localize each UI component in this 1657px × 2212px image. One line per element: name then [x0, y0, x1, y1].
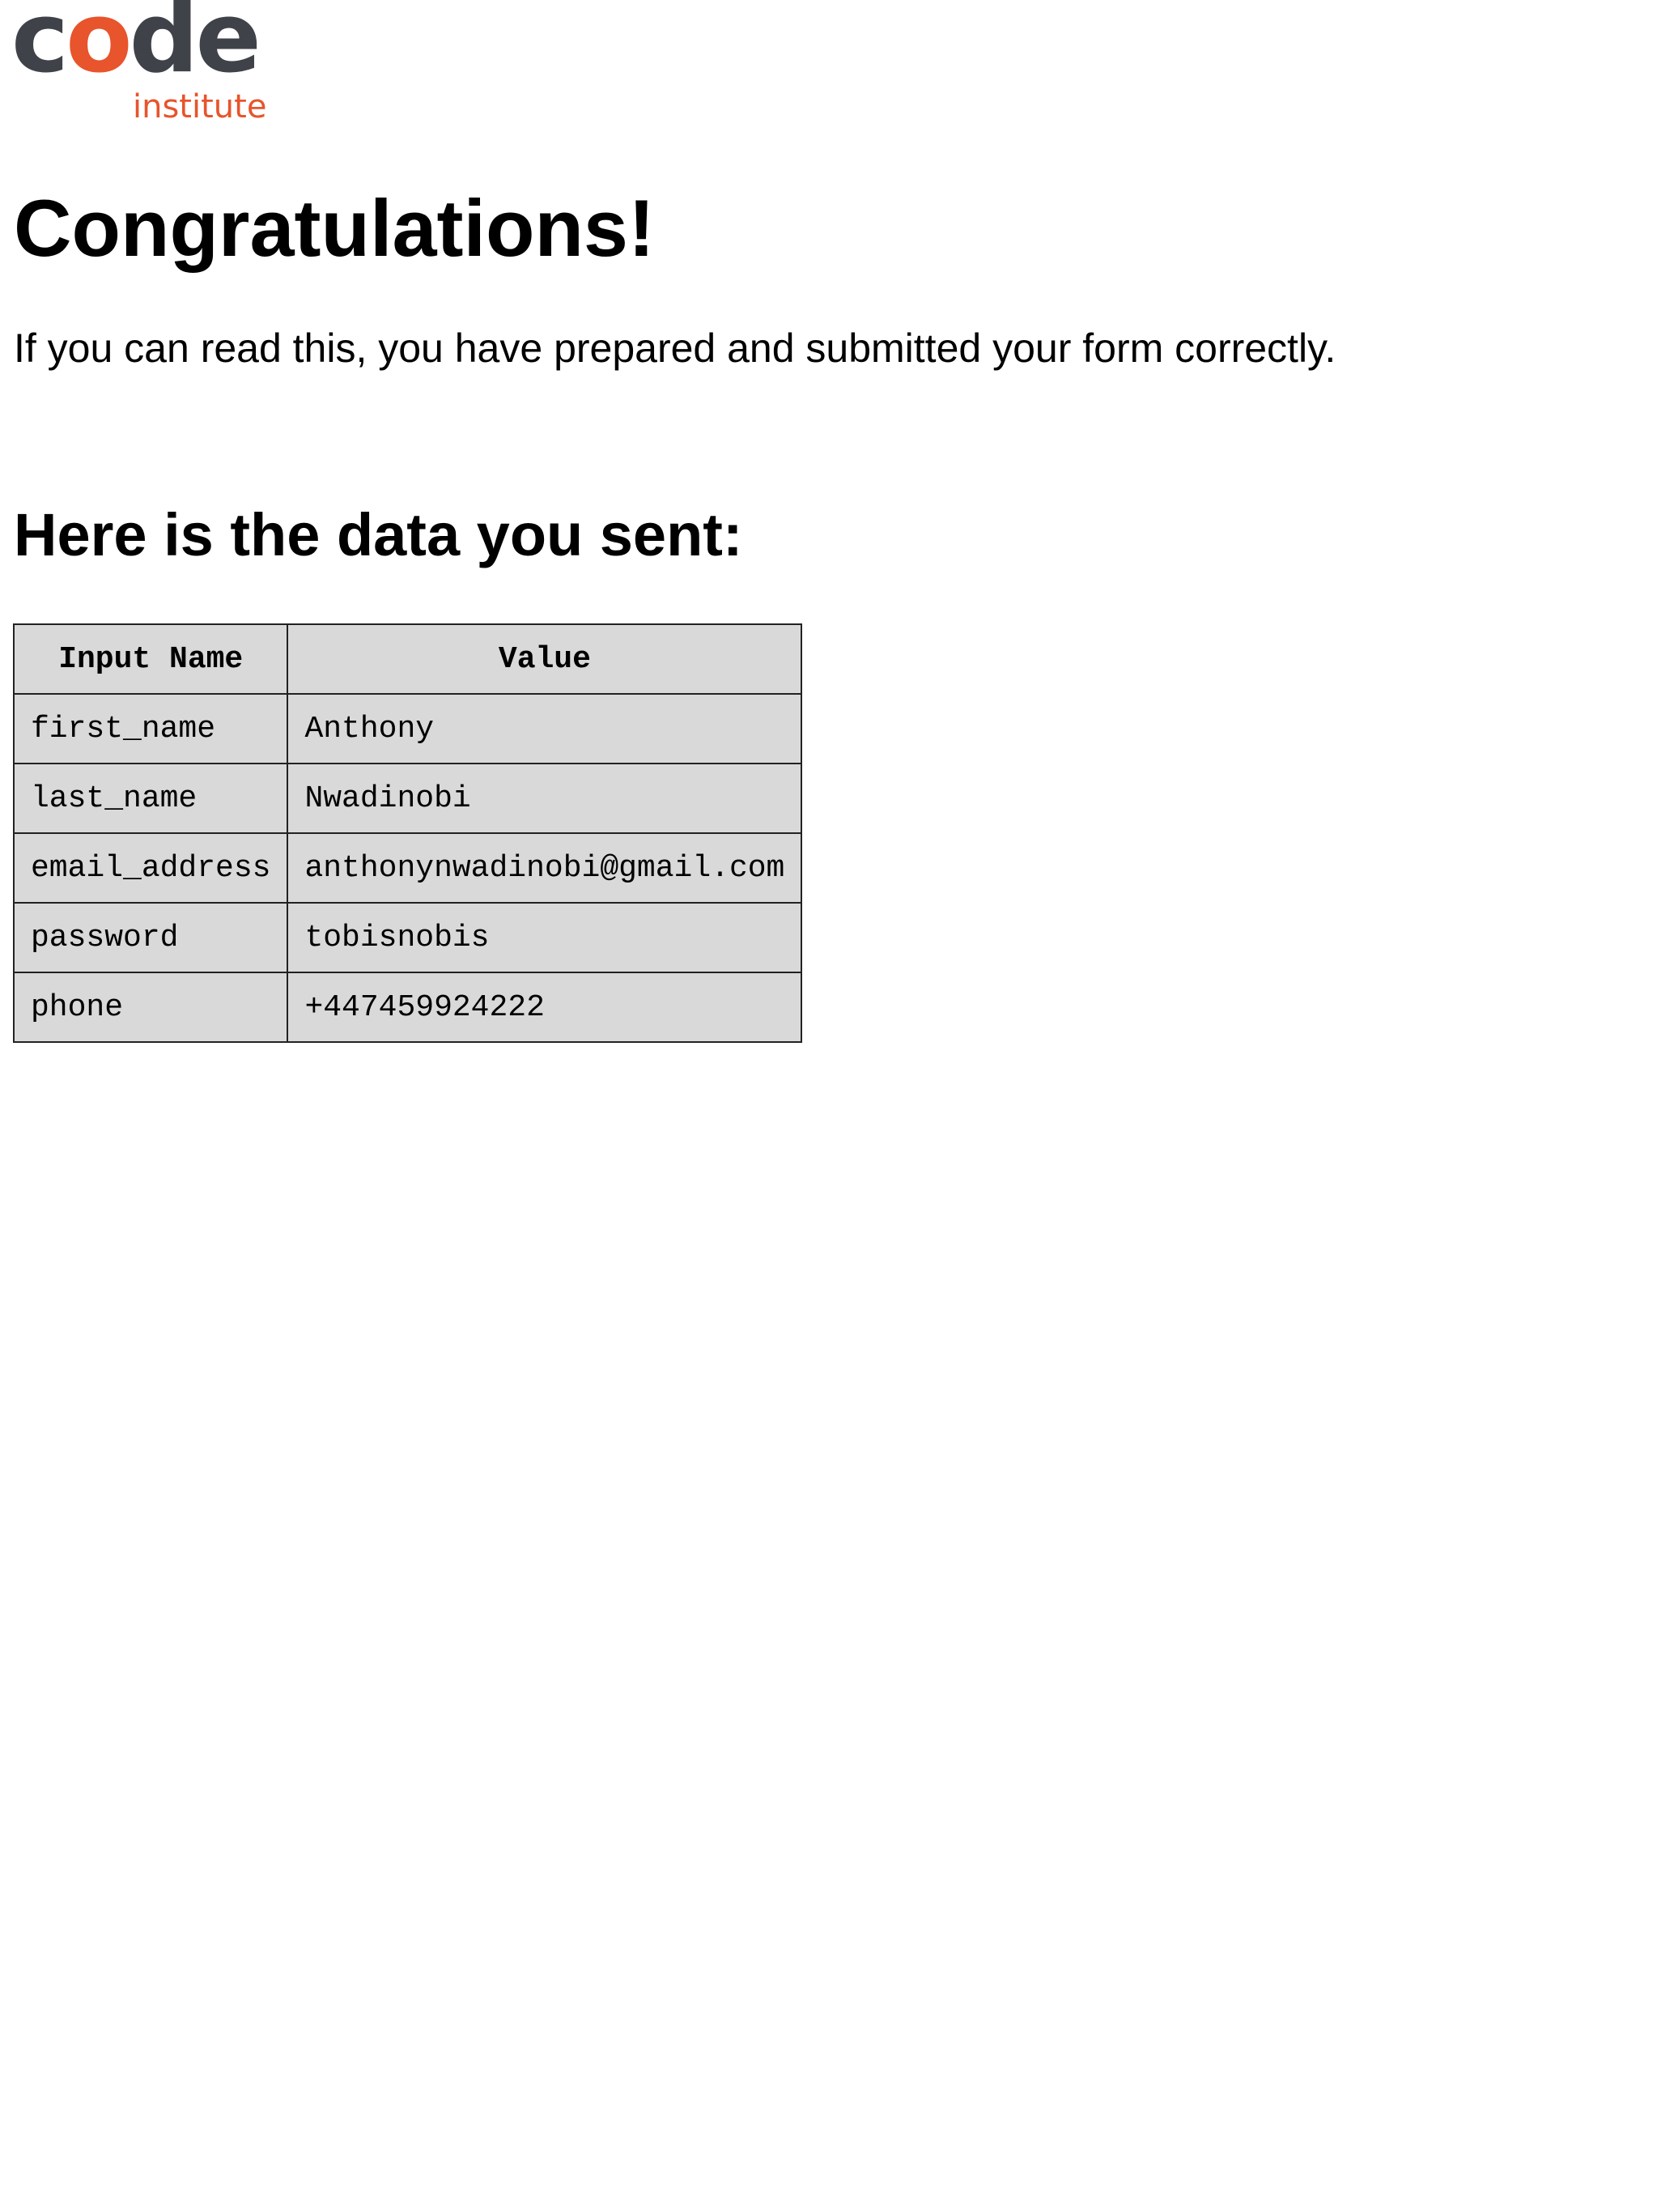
table-row: email_address anthonynwadinobi@gmail.com	[12, 832, 803, 904]
logo-subtitle: institute	[133, 88, 267, 125]
input-name-cell: phone	[12, 972, 289, 1043]
value-cell: +447459924222	[287, 972, 803, 1043]
column-header-value: Value	[287, 623, 803, 695]
logo-letter-o: o	[66, 0, 132, 95]
table-row: phone +447459924222	[12, 972, 803, 1043]
column-header-input-name: Input Name	[12, 623, 289, 695]
table-row: password tobisnobis	[12, 902, 803, 973]
value-cell: anthonynwadinobi@gmail.com	[287, 832, 803, 904]
section-heading: Here is the data you sent:	[14, 501, 743, 568]
input-name-cell: first_name	[12, 693, 289, 764]
table-row: last_name Nwadinobi	[12, 763, 803, 834]
intro-text: If you can read this, you have prepared …	[14, 325, 1336, 371]
logo-letters-de: de	[129, 0, 261, 95]
input-name-cell: last_name	[12, 763, 289, 834]
input-name-cell: email_address	[12, 832, 289, 904]
submitted-data-table: Input Name Value first_name Anthony last…	[12, 623, 803, 1043]
logo-wordmark: code	[11, 0, 261, 97]
value-cell: tobisnobis	[287, 902, 803, 973]
value-cell: Anthony	[287, 693, 803, 764]
logo-letter-c: c	[11, 0, 69, 95]
table-row: first_name Anthony	[12, 693, 803, 764]
page-title: Congratulations!	[14, 183, 655, 273]
table-header-row: Input Name Value	[12, 623, 803, 695]
code-institute-logo: code institute	[11, 0, 270, 133]
input-name-cell: password	[12, 902, 289, 973]
value-cell: Nwadinobi	[287, 763, 803, 834]
